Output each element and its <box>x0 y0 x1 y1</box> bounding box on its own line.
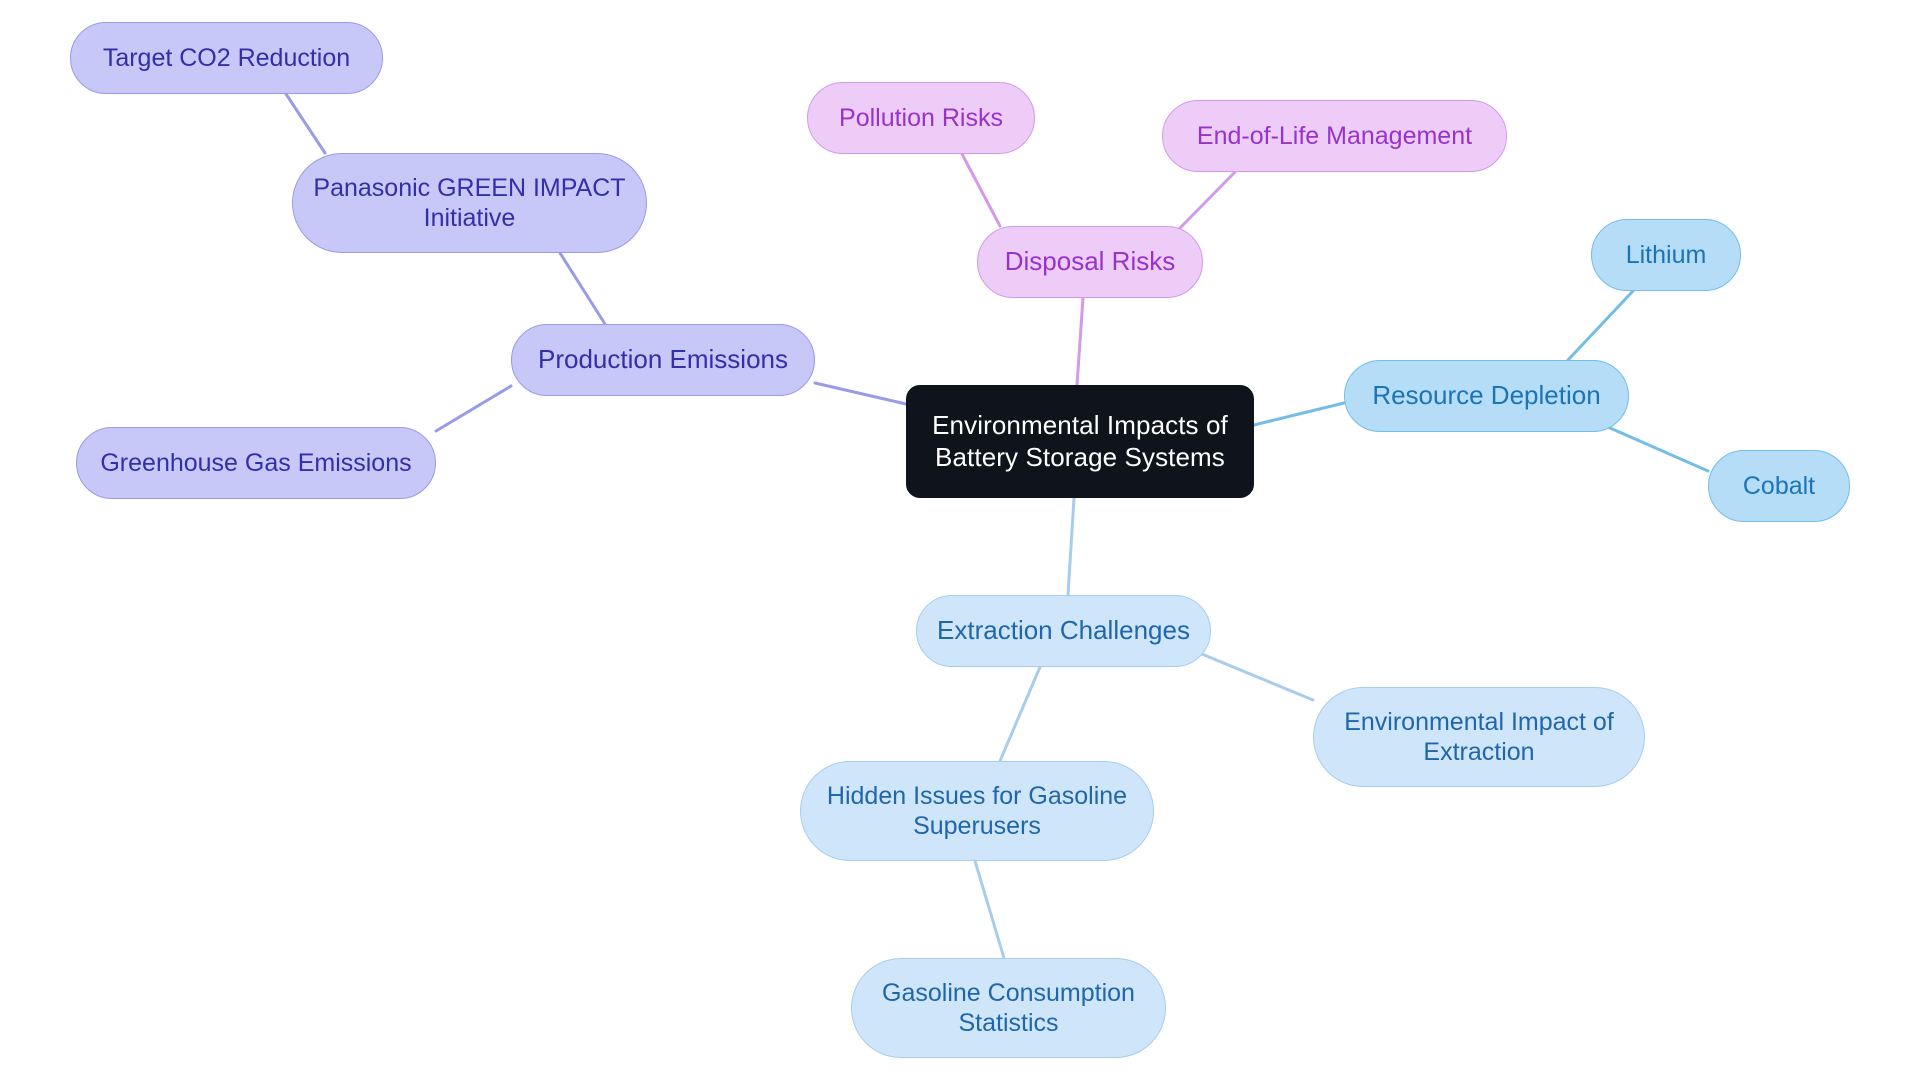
edge-root-to-disposal-risks <box>1075 296 1085 387</box>
edge-production-emissions-to-greenhouse-gas <box>434 384 513 433</box>
leaf-node-target-co2-reduction-label: Target CO2 Reduction <box>102 43 351 72</box>
edge-hidden-issues-to-gasoline-consumption <box>973 859 1006 960</box>
edge-production-emissions-to-panasonic <box>558 251 607 326</box>
branch-node-production-emissions[interactable]: Production Emissions <box>511 324 815 396</box>
edge-root-to-production-emissions <box>813 381 908 406</box>
branch-node-production-emissions-label: Production Emissions <box>538 344 788 375</box>
leaf-node-panasonic-green-impact-initiative-label: Panasonic GREEN IMPACT Initiative <box>313 173 626 233</box>
edge-resource-depletion-to-cobalt <box>1599 422 1710 473</box>
leaf-node-end-of-life-management[interactable]: End-of-Life Management <box>1162 100 1507 172</box>
leaf-node-cobalt[interactable]: Cobalt <box>1708 450 1850 522</box>
branch-node-extraction-challenges[interactable]: Extraction Challenges <box>916 595 1211 667</box>
leaf-node-hidden-issues-for-gasoline-superusers-label: Hidden Issues for Gasoline Superusers <box>826 781 1128 841</box>
branch-node-extraction-challenges-label: Extraction Challenges <box>937 615 1190 646</box>
leaf-node-end-of-life-management-label: End-of-Life Management <box>1196 121 1473 150</box>
leaf-node-pollution-risks[interactable]: Pollution Risks <box>807 82 1035 154</box>
leaf-node-greenhouse-gas-emissions[interactable]: Greenhouse Gas Emissions <box>76 427 436 499</box>
edge-panasonic-to-target-co2 <box>284 92 327 155</box>
leaf-node-target-co2-reduction[interactable]: Target CO2 Reduction <box>70 22 383 94</box>
root-node-environmental-impacts[interactable]: Environmental Impacts of Battery Storage… <box>906 385 1254 498</box>
leaf-node-gasoline-consumption-statistics-label: Gasoline Consumption Statistics <box>882 978 1135 1038</box>
edge-extraction-challenges-to-hidden-issues <box>998 665 1042 763</box>
leaf-node-greenhouse-gas-emissions-label: Greenhouse Gas Emissions <box>100 448 412 477</box>
leaf-node-hidden-issues-for-gasoline-superusers[interactable]: Hidden Issues for Gasoline Superusers <box>800 761 1154 861</box>
branch-node-disposal-risks-label: Disposal Risks <box>1004 246 1176 277</box>
edge-extraction-challenges-to-environmental-impact <box>1195 650 1315 702</box>
leaf-node-lithium-label: Lithium <box>1625 240 1707 269</box>
edge-root-to-extraction-challenges <box>1066 496 1076 597</box>
leaf-node-cobalt-label: Cobalt <box>1742 471 1816 500</box>
edge-root-to-resource-depletion <box>1252 401 1346 427</box>
leaf-node-panasonic-green-impact-initiative[interactable]: Panasonic GREEN IMPACT Initiative <box>292 153 647 253</box>
root-node-environmental-impacts-label: Environmental Impacts of Battery Storage… <box>932 409 1228 472</box>
branch-node-resource-depletion-label: Resource Depletion <box>1372 380 1601 411</box>
leaf-node-lithium[interactable]: Lithium <box>1591 219 1741 291</box>
branch-node-resource-depletion[interactable]: Resource Depletion <box>1344 360 1629 432</box>
edge-disposal-risks-to-pollution-risks <box>960 152 1002 228</box>
leaf-node-environmental-impact-of-extraction-label: Environmental Impact of Extraction <box>1344 707 1614 767</box>
leaf-node-pollution-risks-label: Pollution Risks <box>839 103 1003 132</box>
edge-layer <box>284 92 1710 960</box>
mindmap-canvas: Environmental Impacts of Battery Storage… <box>0 0 1920 1083</box>
branch-node-disposal-risks[interactable]: Disposal Risks <box>977 226 1203 298</box>
leaf-node-environmental-impact-of-extraction[interactable]: Environmental Impact of Extraction <box>1313 687 1645 787</box>
edge-resource-depletion-to-lithium <box>1566 289 1635 362</box>
edge-disposal-risks-to-end-of-life <box>1178 170 1237 230</box>
leaf-node-gasoline-consumption-statistics[interactable]: Gasoline Consumption Statistics <box>851 958 1166 1058</box>
